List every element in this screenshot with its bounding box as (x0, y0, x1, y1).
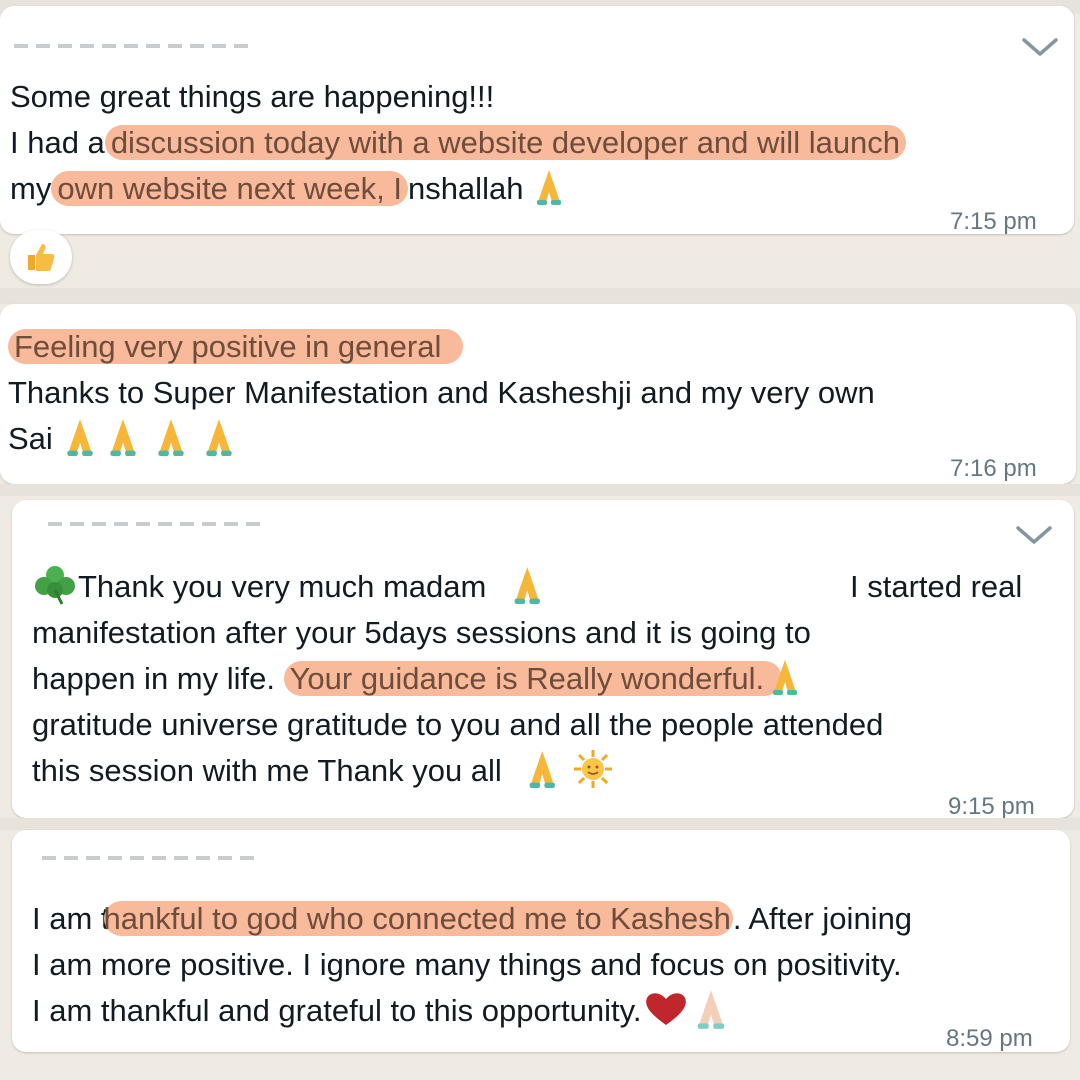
highlighted-text: own website next week, I (51, 171, 408, 206)
text-run: I am thankful and grateful to this oppor… (32, 993, 642, 1028)
text-run: Thank you very much madam (78, 569, 487, 604)
message-line: I am thankful and grateful to this oppor… (32, 988, 1070, 1034)
text-run: . After joining (732, 901, 913, 936)
message-line: Feeling very positive in general (8, 324, 1076, 370)
thumbs-up-icon (28, 244, 55, 271)
text-run: I started real (850, 569, 1023, 604)
text-run: my (10, 171, 52, 206)
message-line: I am more positive. I ignore many things… (32, 942, 1070, 988)
message-line: this session with me Thank you all (32, 748, 1074, 794)
text-run: Sai (8, 421, 53, 456)
text-run: nshallah (407, 171, 524, 206)
folded-hands-icon (773, 659, 798, 695)
shamrock-icon (35, 565, 75, 605)
highlighted-text: Your guidance is Really wonderful. (283, 661, 783, 696)
folded-hands-icon (206, 418, 233, 456)
message-timestamp: 8:59 pm (946, 1025, 1033, 1052)
folded-hands-icon (158, 418, 185, 456)
folded-hands-icon (698, 990, 725, 1029)
message-line: manifestation after your 5days sessions … (32, 610, 1074, 656)
message-line: I am thankful to god who connected me to… (32, 896, 1070, 942)
text-run: this session with me Thank you all (32, 753, 502, 788)
chat-gap (0, 288, 1080, 304)
text-run: Some great things are happening!!! (10, 79, 495, 114)
message-line: Some great things are happening!!! (10, 74, 1074, 120)
message-line: I had a discussion today with a website d… (10, 120, 1074, 166)
message-text: Thank you very much madam I started real… (32, 564, 1074, 794)
message-line: Sai (8, 416, 1076, 462)
message-line: Thank you very much madam I started real (32, 564, 1074, 610)
highlighted-text: hankful to god who connected me to Kashe… (103, 901, 733, 936)
message-bubble-1[interactable]: Some great things are happening!!! I had… (0, 6, 1074, 235)
folded-hands-icon (67, 418, 94, 456)
message-timestamp: 7:15 pm (950, 208, 1037, 235)
message-bubble-3[interactable]: Thank you very much madam I started real… (12, 500, 1074, 820)
text-run: I am more positive. I ignore many things… (32, 947, 902, 982)
reaction-badge[interactable] (10, 230, 72, 284)
folded-hands-icon (530, 750, 556, 788)
redacted-sender (42, 856, 262, 860)
highlighted-text: Feeling very positive in general (8, 329, 464, 364)
message-text: Feeling very positive in general Thanks … (8, 324, 1076, 462)
text-run: happen in my life. (32, 661, 284, 696)
redacted-sender (48, 522, 268, 526)
message-line: happen in my life. Your guidance is Real… (32, 656, 1074, 702)
message-text: Some great things are happening!!! I had… (10, 74, 1074, 212)
message-bubble-4[interactable]: I am thankful to god who connected me to… (12, 830, 1070, 1052)
red-heart-icon (646, 993, 687, 1025)
text-run: I am t (32, 901, 110, 936)
folded-hands-icon (514, 566, 540, 604)
folded-hands-icon (537, 169, 562, 205)
text-run: I had a (10, 125, 105, 160)
text-run: Thanks to Super Manifestation and Kashes… (8, 375, 875, 410)
sun-face-icon (574, 749, 613, 788)
message-line: gratitude universe gratitude to you and … (32, 702, 1074, 748)
message-text: I am thankful to god who connected me to… (32, 896, 1070, 1034)
folded-hands-icon (110, 418, 137, 456)
chevron-down-icon[interactable] (1020, 36, 1060, 60)
chat-gap (0, 484, 1080, 496)
text-run: manifestation after your 5days sessions … (32, 615, 811, 650)
redacted-sender (14, 44, 254, 48)
chevron-down-icon[interactable] (1014, 524, 1054, 548)
message-line: my own website next week, Inshallah (10, 166, 1074, 212)
message-bubble-2[interactable]: Feeling very positive in general Thanks … (0, 304, 1076, 484)
highlighted-text: discussion today with a website develope… (104, 125, 907, 160)
chat-gap (0, 818, 1080, 830)
text-run: gratitude universe gratitude to you and … (32, 707, 884, 742)
message-line: Thanks to Super Manifestation and Kashes… (8, 370, 1076, 416)
